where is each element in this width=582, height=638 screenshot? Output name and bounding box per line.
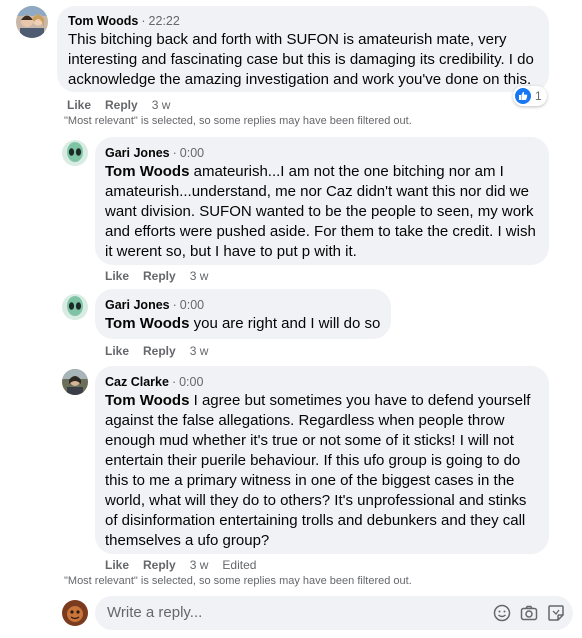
comment-time[interactable]: 0:00 bbox=[180, 298, 204, 312]
camera-icon[interactable] bbox=[520, 604, 538, 622]
avatar-gari-jones[interactable] bbox=[62, 140, 88, 166]
comment-actions: Like Reply 3 w bbox=[105, 268, 222, 284]
mention-link[interactable]: Tom Woods bbox=[105, 315, 189, 332]
comment-author[interactable]: Gari Jones bbox=[105, 146, 170, 160]
reply-button[interactable]: Reply bbox=[143, 344, 176, 358]
comment-actions: Like Reply 3 w bbox=[105, 343, 222, 359]
edited-label: Edited bbox=[222, 558, 257, 572]
reply-placeholder: Write a reply... bbox=[107, 604, 203, 621]
comment-time[interactable]: 22:22 bbox=[149, 14, 180, 28]
like-button[interactable]: Like bbox=[105, 558, 129, 572]
avatar-caz-clarke[interactable] bbox=[62, 369, 88, 395]
reaction-count-value: 1 bbox=[535, 89, 542, 103]
gif-sticker-icon[interactable] bbox=[547, 604, 565, 622]
reply-button[interactable]: Reply bbox=[143, 269, 176, 283]
comment-age[interactable]: 3 w bbox=[152, 98, 171, 112]
comment-text: Tom Woods I agree but sometimes you have… bbox=[105, 392, 531, 549]
comment-bubble: Gari Jones · 0:00 Tom Woods amateurish...I… bbox=[95, 137, 549, 265]
mention-link[interactable]: Tom Woods bbox=[105, 392, 189, 409]
avatar-current-user[interactable] bbox=[62, 600, 88, 626]
reply-button[interactable]: Reply bbox=[105, 98, 138, 112]
comment-time[interactable]: 0:00 bbox=[179, 375, 203, 389]
filter-note: "Most relevant" is selected, so some rep… bbox=[64, 115, 412, 127]
reaction-count[interactable]: 1 bbox=[513, 86, 547, 106]
reply-button[interactable]: Reply bbox=[143, 558, 176, 572]
comment-bubble: Gari Jones · 0:00 Tom Woods you are right … bbox=[95, 289, 391, 339]
like-button[interactable]: Like bbox=[105, 269, 129, 283]
comment-bubble: Caz Clarke · 0:00 Tom Woods I agree but so… bbox=[95, 366, 549, 554]
comment-text: Tom Woods you are right and I will do so bbox=[105, 315, 381, 332]
like-button[interactable]: Like bbox=[105, 344, 129, 358]
comment-age[interactable]: 3 w bbox=[190, 269, 209, 283]
comment-actions: Like Reply 3 w Edited bbox=[105, 557, 270, 573]
comment-text: This bitching back and forth with SUFON … bbox=[68, 31, 534, 88]
comment-author[interactable]: Tom Woods bbox=[68, 14, 138, 28]
comment-bubble: Tom Woods · 22:22 This bitching back and f… bbox=[57, 6, 549, 92]
reply-input[interactable]: Write a reply... bbox=[95, 596, 573, 630]
avatar-tom-woods[interactable] bbox=[16, 6, 48, 38]
avatar-gari-jones[interactable] bbox=[62, 294, 88, 320]
thumbs-up-icon bbox=[515, 88, 531, 104]
comment-author[interactable]: Caz Clarke bbox=[105, 375, 169, 389]
comment-age[interactable]: 3 w bbox=[190, 344, 209, 358]
filter-note: "Most relevant" is selected, so some rep… bbox=[64, 575, 412, 587]
like-button[interactable]: Like bbox=[67, 98, 91, 112]
comment-age[interactable]: 3 w bbox=[190, 558, 209, 572]
comment-time[interactable]: 0:00 bbox=[180, 146, 204, 160]
mention-link[interactable]: Tom Woods bbox=[105, 163, 189, 180]
emoji-icon[interactable] bbox=[493, 604, 511, 622]
comment-author[interactable]: Gari Jones bbox=[105, 298, 170, 312]
comment-text: Tom Woods amateurish...I am not the one … bbox=[105, 163, 536, 260]
comment-actions: Like Reply 3 w bbox=[67, 97, 184, 113]
